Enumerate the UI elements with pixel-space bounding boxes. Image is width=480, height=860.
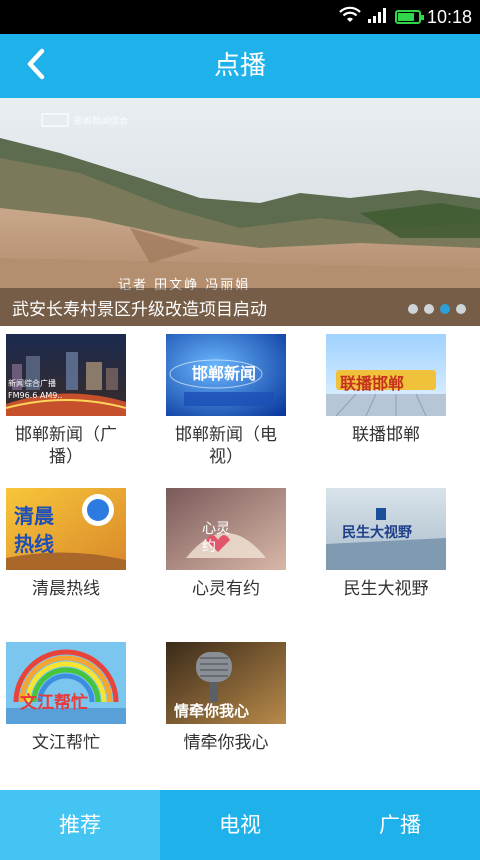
program-thumbnail: 联播邯郸: [326, 334, 446, 416]
thumbnail-caption: 情牵你我心: [174, 702, 250, 720]
tab-tv[interactable]: 电视: [160, 790, 320, 860]
channel-logo: 邯郸新闻综合: [74, 117, 129, 127]
featured-banner[interactable]: 邯郸新闻综合 记者 田文峥 冯丽娟 武安长寿村景区升级改造项目启动: [0, 98, 480, 326]
thumbnail-caption: 清晨 热线: [14, 504, 54, 556]
program-title: 邯郸新闻（电 视）: [175, 425, 277, 467]
banner-caption: 武安长寿村景区升级改造项目启动: [12, 300, 267, 320]
program-thumbnail: 情牵你我心: [166, 642, 286, 724]
pager-dot[interactable]: [456, 304, 466, 314]
program-item[interactable]: 联播邯郸 联播邯郸: [320, 326, 480, 480]
app-header: 点播: [0, 34, 480, 98]
program-item[interactable]: 文江帮忙 文江帮忙: [0, 634, 160, 788]
program-thumbnail: 民生大视野: [326, 488, 446, 570]
signal-icon: [367, 6, 389, 28]
thumbnail-caption: 文江帮忙: [20, 693, 88, 713]
thumbnail-caption: 邯郸新闻: [192, 364, 257, 383]
pager-dot[interactable]: [408, 304, 418, 314]
status-bar: 10:18: [0, 0, 480, 34]
thumbnail-caption: 民生大视野: [342, 525, 412, 541]
wifi-icon: [339, 6, 361, 28]
program-item[interactable]: 民生大视野 民生大视野: [320, 480, 480, 634]
program-title: 心灵有约: [192, 579, 260, 599]
page-title: 点播: [213, 51, 266, 81]
thumbnail-caption: 新闻综合广播 FM96.6 AM9..: [8, 379, 63, 400]
banner-pager: [408, 304, 466, 314]
thumbnail-caption: 心灵 约: [202, 521, 230, 555]
program-title: 邯郸新闻（广 播）: [15, 425, 117, 467]
program-thumbnail: 邯郸新闻: [166, 334, 286, 416]
program-item[interactable]: 情牵你我心 情牵你我心: [160, 634, 320, 788]
tab-radio[interactable]: 广播: [320, 790, 480, 860]
program-title: 民生大视野: [343, 579, 429, 599]
status-icons: 10:18: [339, 0, 472, 34]
program-item[interactable]: 清晨 热线 清晨热线: [0, 480, 160, 634]
thumbnail-caption: 联播邯郸: [340, 374, 405, 393]
pager-dot[interactable]: [424, 304, 434, 314]
program-title: 文江帮忙: [32, 733, 100, 753]
tab-recommended[interactable]: 推荐: [0, 790, 160, 860]
program-thumbnail: 心灵 约: [166, 488, 286, 570]
program-title: 联播邯郸: [352, 425, 420, 445]
program-item[interactable]: 邯郸新闻 邯郸新闻（电 视）: [160, 326, 320, 480]
battery-icon: [394, 10, 424, 24]
bottom-tab-bar: 推荐 电视 广播: [0, 790, 480, 860]
program-title: 情牵你我心: [183, 733, 269, 753]
program-thumbnail: 新闻综合广播 FM96.6 AM9..: [6, 334, 126, 416]
program-title: 清晨热线: [32, 579, 100, 599]
program-thumbnail: 文江帮忙: [6, 642, 126, 724]
status-time: 10:18: [426, 6, 472, 27]
program-thumbnail: 清晨 热线: [6, 488, 126, 570]
program-item[interactable]: 心灵 约 心灵有约: [160, 480, 320, 634]
pager-dot[interactable]: [440, 304, 450, 314]
program-grid: 新闻综合广播 FM96.6 AM9.. 邯郸新闻（广 播） 邯郸新闻 邯郸新闻（…: [0, 326, 480, 790]
program-item[interactable]: 新闻综合广播 FM96.6 AM9.. 邯郸新闻（广 播）: [0, 326, 160, 480]
